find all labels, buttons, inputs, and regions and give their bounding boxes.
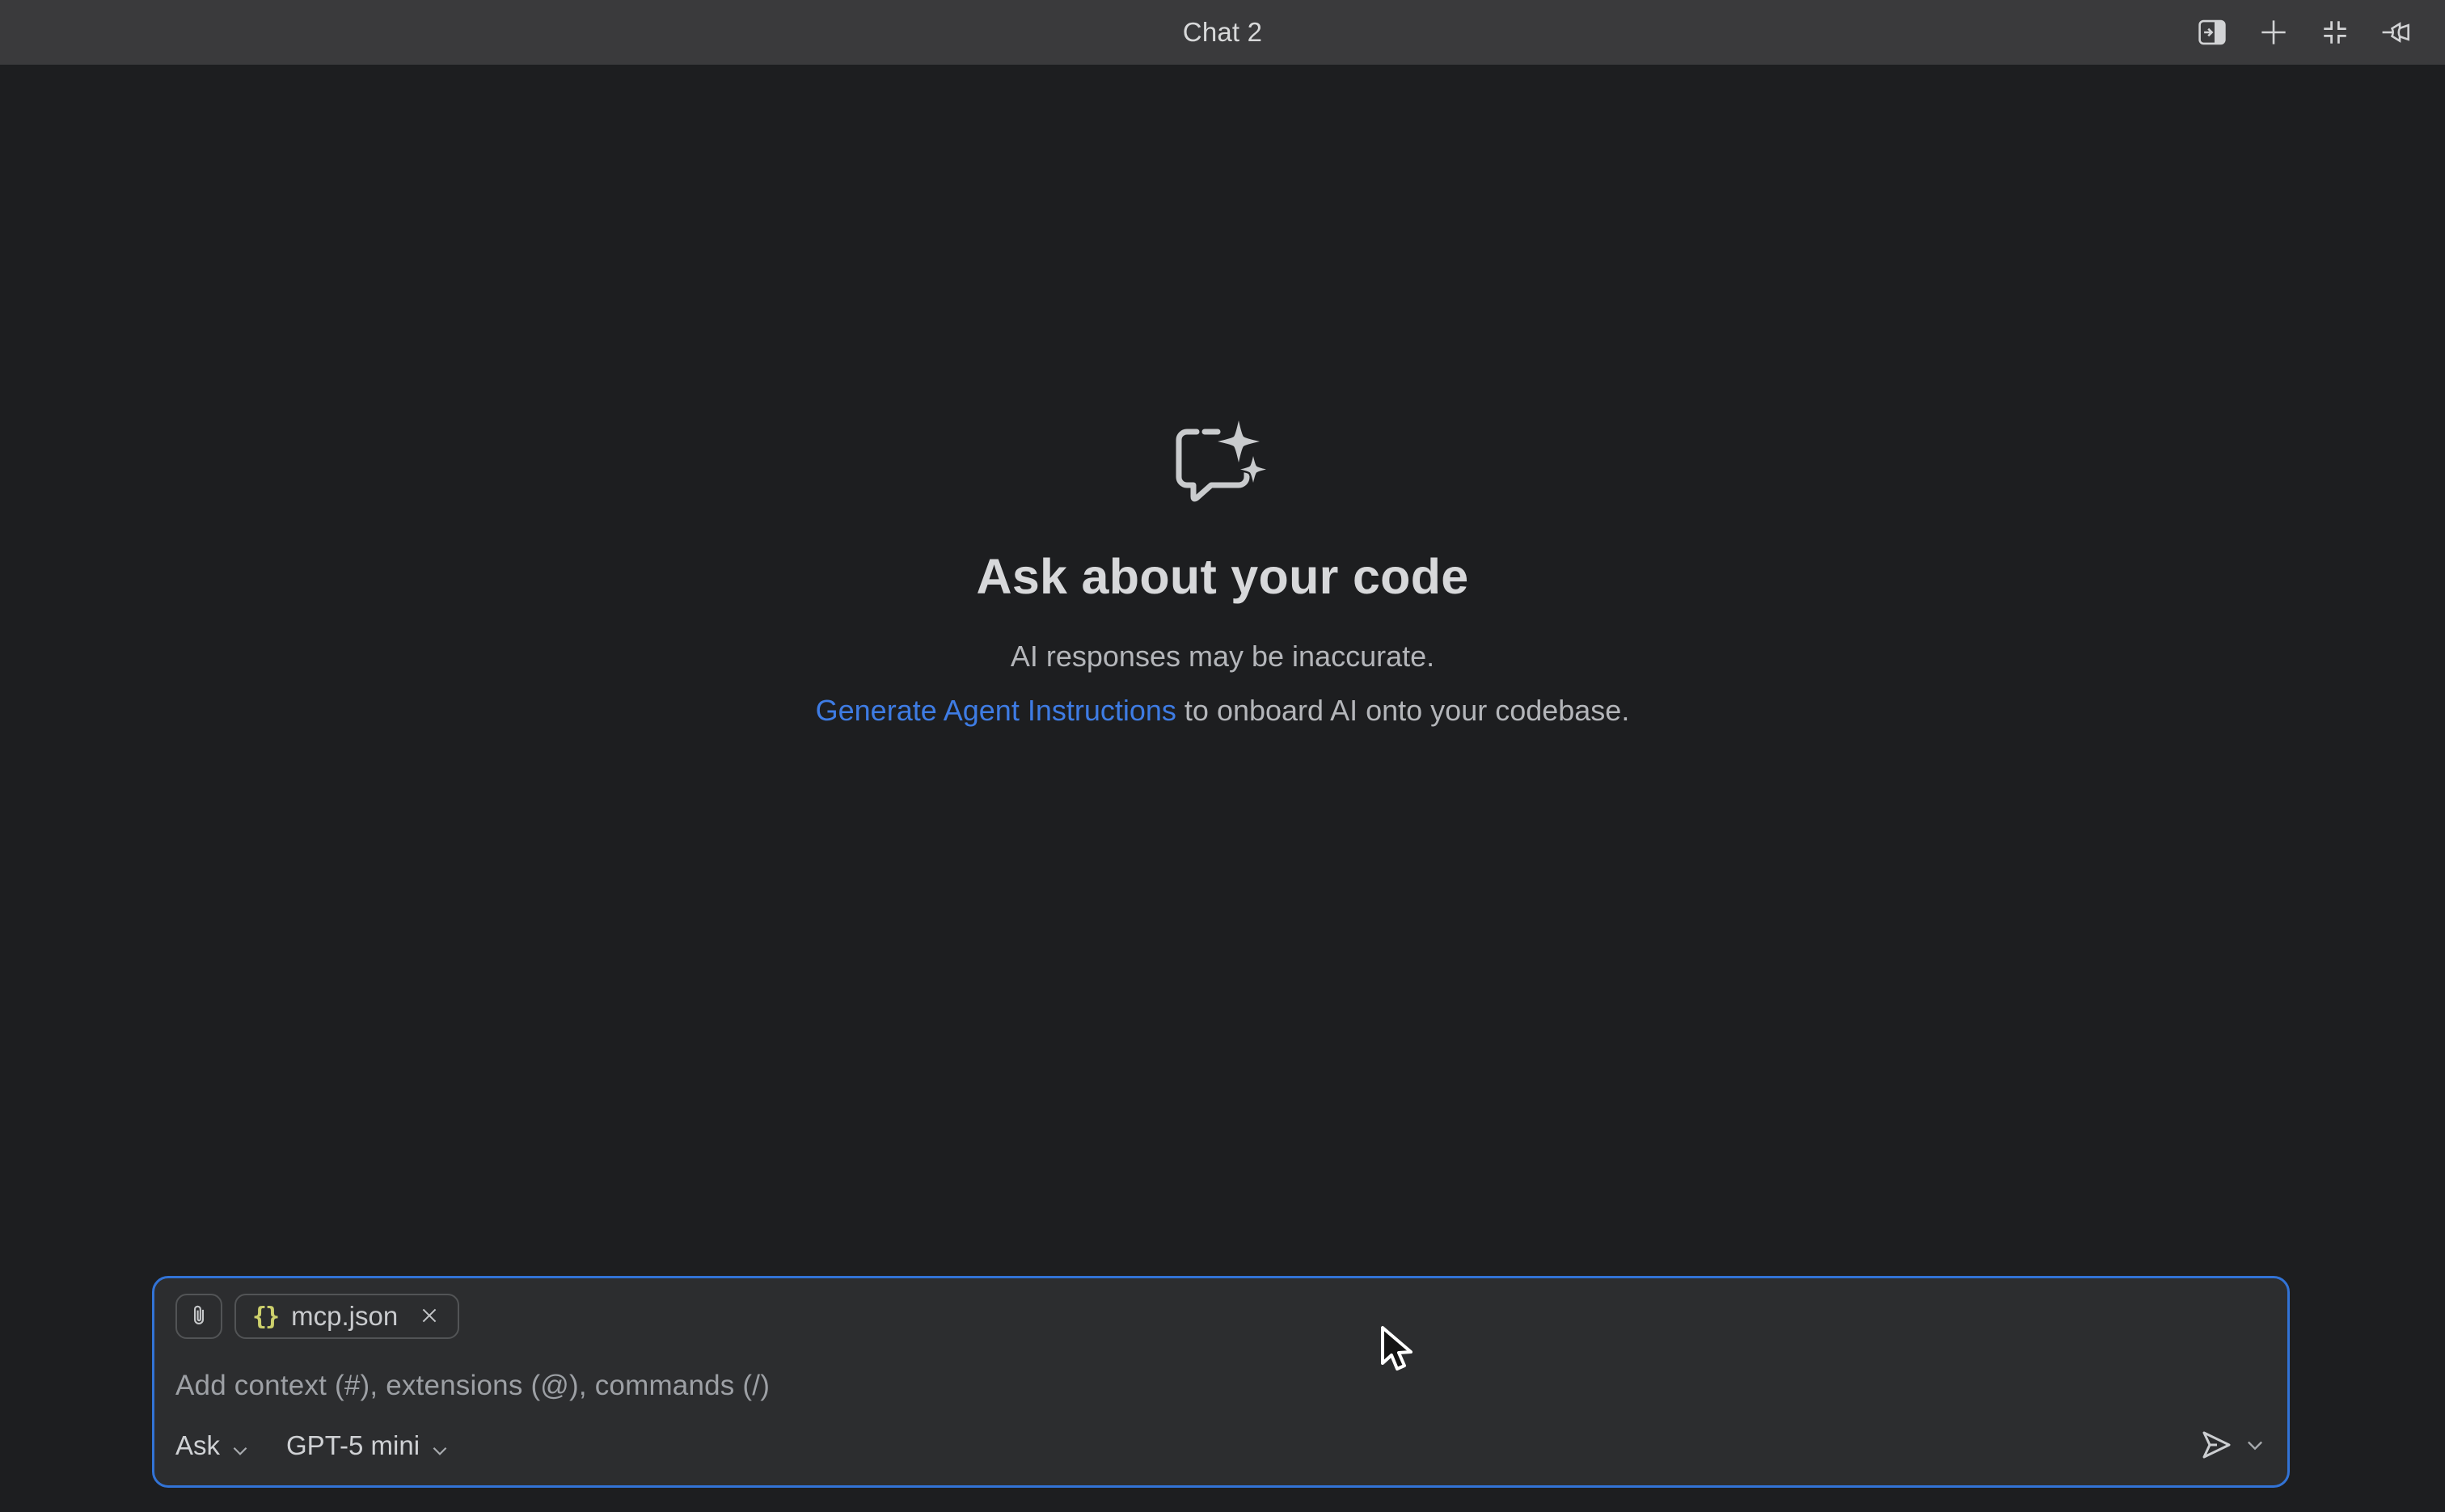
mode-selector-value: Ask [175,1430,220,1461]
chat-empty-state: Ask about your code AI responses may be … [0,414,2445,737]
json-file-icon: {} [252,1303,278,1331]
remove-attachment-button[interactable] [416,1303,443,1330]
send-options-button[interactable] [2244,1434,2266,1459]
send-plane-icon [2197,1425,2236,1467]
mode-selector[interactable]: Ask [175,1430,251,1461]
panel-title: Chat 2 [1183,17,1262,48]
prompt-input[interactable]: Add context (#), extensions (@), command… [175,1366,2266,1406]
chevron-down-icon [2244,1434,2266,1459]
panel-arrow-right-icon [2194,15,2230,50]
chevron-down-icon [429,1437,450,1458]
pin-window-button[interactable] [2377,13,2416,52]
attachments-row: {} mcp.json [175,1293,2266,1340]
send-controls [2197,1425,2266,1467]
attach-file-button[interactable] [175,1294,222,1339]
composer-toolbar: Ask GPT-5 mini [175,1422,2266,1469]
composer-selectors: Ask GPT-5 mini [175,1430,450,1461]
paperclip-icon [185,1302,213,1332]
pin-icon [2379,15,2414,50]
titlebar-actions [2193,0,2416,65]
chevron-down-icon [230,1437,251,1458]
model-selector[interactable]: GPT-5 mini [286,1430,450,1461]
onboarding-suffix-text: to onboard AI onto your codebase. [1176,694,1629,727]
attachment-name: mcp.json [291,1301,398,1332]
empty-state-heading: Ask about your code [976,548,1468,605]
prompt-composer[interactable]: {} mcp.json Add context (#), extensions … [152,1276,2290,1488]
send-button[interactable] [2197,1425,2236,1467]
collapse-icon [2317,15,2353,50]
close-icon [418,1304,441,1329]
ai-chat-sparkle-icon [1169,414,1276,511]
plus-icon [2256,15,2291,50]
new-chat-button[interactable] [2254,13,2293,52]
onboarding-line: Generate Agent Instructions to onboard A… [816,683,1630,737]
generate-agent-instructions-link[interactable]: Generate Agent Instructions [816,694,1176,727]
model-selector-value: GPT-5 mini [286,1430,420,1461]
titlebar: Chat 2 [0,0,2445,65]
move-to-sidebar-button[interactable] [2193,13,2232,52]
attachment-chip[interactable]: {} mcp.json [234,1294,459,1339]
collapse-window-button[interactable] [2316,13,2354,52]
ai-disclaimer-text: AI responses may be inaccurate. [1011,629,1434,683]
